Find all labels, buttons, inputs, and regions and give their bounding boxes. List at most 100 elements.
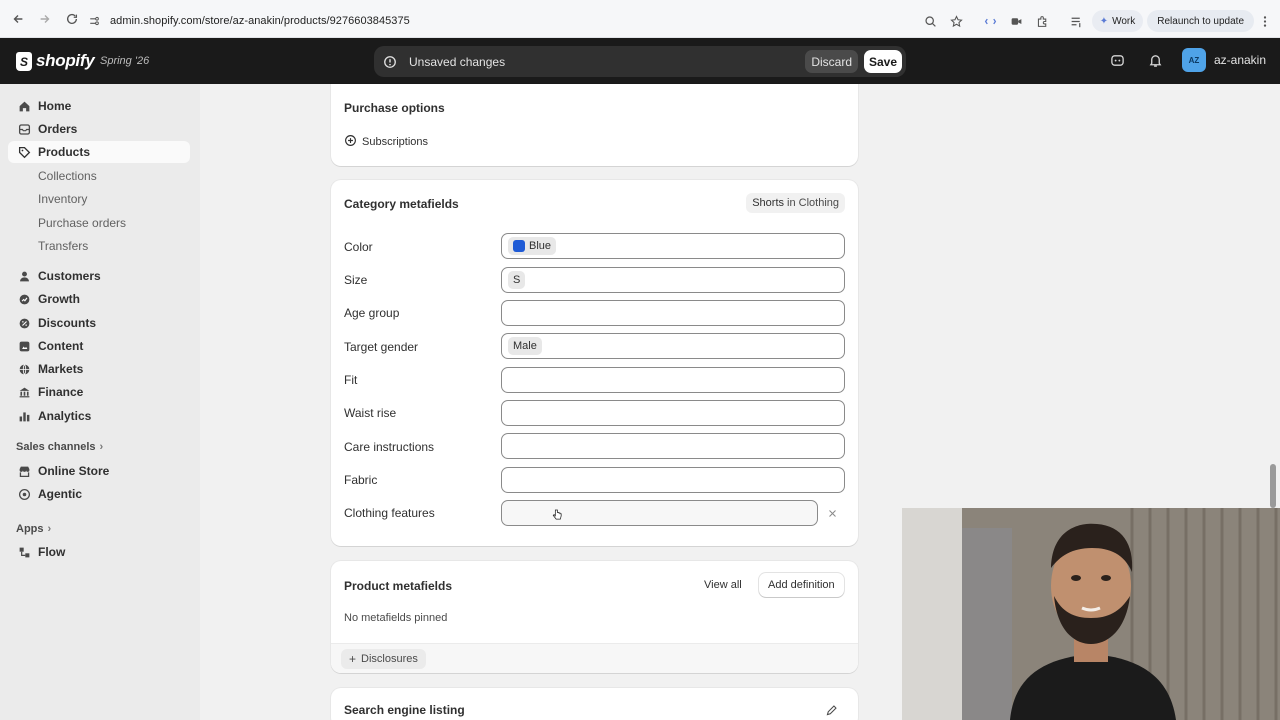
field-label-color: Color xyxy=(344,240,373,254)
profile-chip[interactable]: ✦ Work xyxy=(1091,10,1144,32)
apps-heading[interactable]: Apps › xyxy=(16,523,51,535)
care-instructions-field[interactable] xyxy=(501,433,845,459)
waist-rise-field[interactable] xyxy=(501,400,845,426)
sidebar-nav: Home Orders Products Collections Invento… xyxy=(0,84,200,720)
age-group-field[interactable] xyxy=(501,300,845,326)
sidebar-item-home[interactable]: Home xyxy=(8,95,190,117)
plus-circle-icon xyxy=(344,134,357,150)
field-label-care-instructions: Care instructions xyxy=(344,440,435,454)
store-avatar[interactable]: AZ xyxy=(1181,48,1206,72)
kebab-menu-icon[interactable] xyxy=(1258,10,1272,32)
webcam-overlay xyxy=(902,508,1280,720)
shopify-logo[interactable]: shopify xyxy=(16,51,95,71)
sidebar-subitem-inventory[interactable]: Inventory xyxy=(38,192,87,206)
profile-label: Work xyxy=(1112,15,1136,27)
sidebar-item-growth[interactable]: Growth xyxy=(8,288,190,310)
add-definition-button[interactable]: Add definition xyxy=(759,573,844,597)
color-field[interactable]: Blue xyxy=(501,233,845,259)
store-name[interactable]: az-anakin xyxy=(1214,53,1266,67)
relaunch-label: Relaunch to update xyxy=(1157,15,1244,27)
color-value-chip[interactable]: Blue xyxy=(508,237,557,255)
fabric-field[interactable] xyxy=(501,467,845,493)
sidekick-icon[interactable] xyxy=(1106,48,1130,72)
video-icon[interactable] xyxy=(1006,10,1028,32)
store-icon xyxy=(16,463,32,479)
sidebar-item-online-store[interactable]: Online Store xyxy=(8,460,190,482)
sidebar-item-customers[interactable]: Customers xyxy=(8,265,190,287)
discard-button[interactable]: Discard xyxy=(805,50,858,73)
sidebar-item-flow[interactable]: Flow xyxy=(8,541,190,563)
unsaved-text: Unsaved changes xyxy=(409,54,506,69)
disclosures-button[interactable]: + Disclosures xyxy=(341,649,426,669)
orders-icon xyxy=(16,121,32,137)
clothing-features-field[interactable] xyxy=(501,500,818,526)
admin-topbar: shopify Spring '26 Unsaved changes Disca… xyxy=(0,38,1280,84)
person-icon xyxy=(16,268,32,284)
no-metafields-text: No metafields pinned xyxy=(344,612,448,624)
target-gender-field[interactable]: Male xyxy=(501,333,845,359)
sidebar-subitem-transfers[interactable]: Transfers xyxy=(38,239,88,253)
sidebar-item-agentic[interactable]: Agentic xyxy=(8,483,190,505)
sidebar-item-analytics[interactable]: Analytics xyxy=(8,405,190,427)
edit-pencil-icon[interactable] xyxy=(825,704,838,720)
zoom-icon[interactable] xyxy=(920,10,942,32)
field-label-waist-rise: Waist rise xyxy=(344,406,397,420)
sales-channels-heading[interactable]: Sales channels › xyxy=(16,441,103,453)
size-field[interactable]: S xyxy=(501,267,845,293)
sidebar-item-label: Customers xyxy=(38,269,101,283)
target-gender-value-chip[interactable]: Male xyxy=(508,337,542,355)
metafields-footer: + Disclosures xyxy=(331,643,858,673)
sidebar-item-markets[interactable]: Markets xyxy=(8,358,190,380)
field-label-target-gender: Target gender xyxy=(344,340,419,354)
plus-icon: + xyxy=(349,652,357,666)
hand-cursor-icon xyxy=(552,509,562,524)
sidebar-item-orders[interactable]: Orders xyxy=(8,118,190,140)
forward-icon[interactable] xyxy=(33,7,57,31)
category-badge-rest: in Clothing xyxy=(787,197,839,209)
fit-field[interactable] xyxy=(501,367,845,393)
clear-field-x-icon[interactable] xyxy=(824,505,840,521)
sidebar-item-content[interactable]: Content xyxy=(8,335,190,357)
page-scrollbar[interactable] xyxy=(1270,464,1276,508)
size-value-chip[interactable]: S xyxy=(508,271,526,289)
sidebar-item-label: Products xyxy=(38,145,91,159)
sidebar-item-label: Analytics xyxy=(38,409,92,423)
subscriptions-button[interactable]: Subscriptions xyxy=(344,134,428,150)
site-info-icon[interactable] xyxy=(86,13,102,29)
back-icon[interactable] xyxy=(6,7,30,31)
alert-circle-icon xyxy=(382,54,398,70)
view-all-button[interactable]: View all xyxy=(704,579,742,591)
logo-text: shopify xyxy=(36,51,95,70)
color-swatch xyxy=(513,240,525,252)
save-button[interactable]: Save xyxy=(864,50,902,73)
card-title: Product metafields xyxy=(344,579,453,593)
sidebar-item-products[interactable]: Products xyxy=(8,141,190,163)
sidebar-subitem-collections[interactable]: Collections xyxy=(38,169,97,183)
card-title: Purchase options xyxy=(344,101,445,115)
growth-icon xyxy=(16,291,32,307)
chart-icon xyxy=(16,408,32,424)
field-label-size: Size xyxy=(344,273,368,287)
sidebar-item-discounts[interactable]: Discounts xyxy=(8,312,190,334)
address-bar[interactable]: admin.shopify.com/store/az-anakin/produc… xyxy=(80,9,1000,33)
relaunch-button[interactable]: Relaunch to update xyxy=(1147,10,1254,32)
extension-link-icon[interactable] xyxy=(980,10,1002,32)
reading-list-icon[interactable] xyxy=(1066,10,1088,32)
extensions-puzzle-icon[interactable] xyxy=(1032,10,1054,32)
presenter-video xyxy=(902,508,1280,720)
bookmark-star-icon[interactable] xyxy=(946,10,968,32)
sidebar-item-finance[interactable]: Finance xyxy=(8,381,190,403)
product-metafields-card: Product metafields View all Add definiti… xyxy=(331,561,858,673)
sidebar-item-label: Home xyxy=(38,99,72,113)
bank-icon xyxy=(16,384,32,400)
search-engine-listing-card: Search engine listing xyxy=(331,688,858,720)
sidebar-item-label: Growth xyxy=(38,292,80,306)
sidebar-subitem-purchase-orders[interactable]: Purchase orders xyxy=(38,216,126,230)
notification-bell-icon[interactable] xyxy=(1144,48,1168,72)
size-value: S xyxy=(513,274,521,286)
agentic-icon xyxy=(16,486,32,502)
home-icon xyxy=(16,98,32,114)
card-title: Category metafields xyxy=(344,197,459,211)
field-label-clothing-features: Clothing features xyxy=(344,506,435,520)
category-badge[interactable]: Shorts in Clothing xyxy=(746,193,845,213)
